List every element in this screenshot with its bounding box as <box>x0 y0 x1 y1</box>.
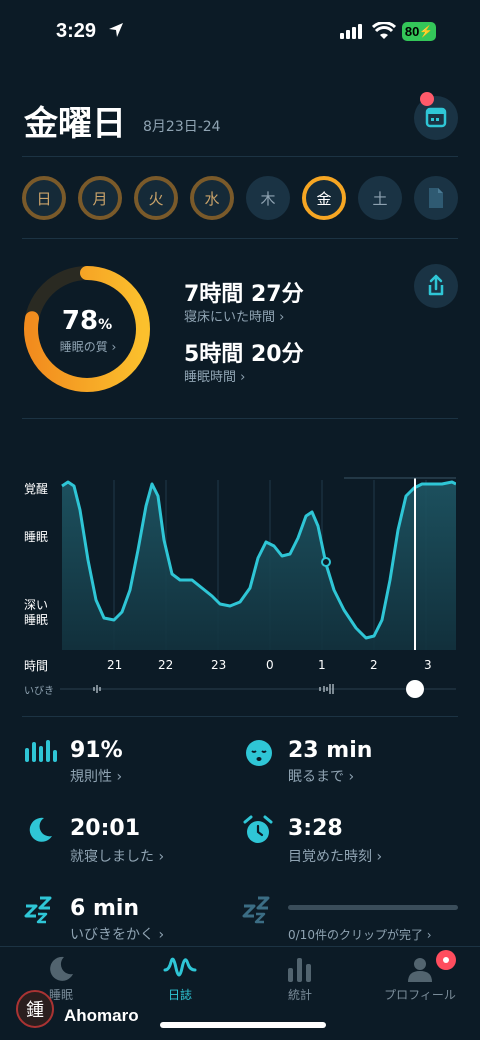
cellular-signal-icon <box>340 24 362 39</box>
y-label-deep-sleep: 深い 睡眠 <box>24 598 49 627</box>
wakeup-label[interactable]: 目覚めた時刻 › <box>288 846 382 866</box>
home-indicator <box>160 1022 326 1028</box>
x-tick-0: 0 <box>266 658 274 672</box>
to-sleep-value: 23 min <box>288 738 373 763</box>
x-tick-2: 2 <box>370 658 378 672</box>
playhead-knob <box>406 680 424 698</box>
tab-profile-label: プロフィール <box>384 988 456 1002</box>
status-time: 3:29 <box>56 20 97 42</box>
time-in-bed-value: 7時間 27分 <box>184 282 304 307</box>
sleep-quality-value: 78% <box>61 306 113 336</box>
x-tick-23: 23 <box>211 658 227 672</box>
divider <box>22 716 458 717</box>
share-icon <box>428 274 444 296</box>
to-sleep-label[interactable]: 眠るまで › <box>288 766 354 786</box>
battery-indicator: 80 ⚡ <box>402 22 436 41</box>
snore-zz-icon <box>24 896 52 924</box>
time-asleep-value: 5時間 20分 <box>184 342 304 367</box>
day-tuesday[interactable]: 火 <box>134 176 178 220</box>
regularity-label[interactable]: 規則性 › <box>70 766 122 786</box>
divider <box>22 156 458 157</box>
clips-progress-bar <box>288 905 458 910</box>
tab-journal-label: 日誌 <box>167 988 192 1002</box>
person-tab-icon <box>408 958 432 982</box>
watermark-name: Ahomaro <box>64 1006 139 1025</box>
snore-timeline[interactable] <box>60 678 456 702</box>
sleepy-face-icon <box>246 740 272 766</box>
notification-dot <box>420 92 434 106</box>
snoring-label[interactable]: いびきをかく › <box>70 924 164 944</box>
alarm-clock-icon <box>243 815 273 843</box>
divider <box>22 418 458 419</box>
x-tick-3: 3 <box>424 658 432 672</box>
bedtime-label[interactable]: 就寝しました › <box>70 846 164 866</box>
y-label-awake: 覚醒 <box>24 482 49 496</box>
day-thursday[interactable]: 木 <box>246 176 290 220</box>
x-tick-22: 22 <box>158 658 174 672</box>
x-tick-21: 21 <box>107 658 123 672</box>
divider <box>22 238 458 239</box>
share-button[interactable] <box>414 264 458 308</box>
document-icon <box>429 188 443 208</box>
snoring-value: 6 min <box>70 896 140 921</box>
bedtime-value: 20:01 <box>70 816 141 841</box>
profile-badge <box>436 950 456 970</box>
wifi-icon <box>372 22 396 39</box>
regularity-value: 91% <box>70 738 123 763</box>
sleep-area <box>62 482 456 650</box>
notes-button[interactable] <box>414 176 458 220</box>
x-tick-1: 1 <box>318 658 326 672</box>
moon-icon <box>29 817 52 842</box>
date-range: 8月23日-24 <box>143 119 221 135</box>
tab-journal[interactable]: 日誌 <box>135 956 225 1003</box>
watermark-logo: 鍾 <box>16 990 54 1028</box>
sleep-graph[interactable] <box>60 470 456 650</box>
waveform-tab-icon <box>163 957 197 977</box>
page-title: 金曜日 <box>24 104 126 144</box>
day-monday[interactable]: 月 <box>78 176 122 220</box>
wakeup-value: 3:28 <box>288 816 343 841</box>
regularity-icon <box>25 740 57 762</box>
time-asleep-label[interactable]: 睡眠時間 › <box>184 366 245 385</box>
day-sunday[interactable]: 日 <box>22 176 66 220</box>
clips-label[interactable]: 0/10件のクリップが完了 › <box>288 926 432 943</box>
time-in-bed-label[interactable]: 寝床にいた時間 › <box>184 306 284 325</box>
tab-stats-label: 統計 <box>287 988 312 1002</box>
x-row-label: 時間 <box>24 659 49 673</box>
snore-row-label: いびき <box>24 686 54 697</box>
y-label-sleep: 睡眠 <box>24 530 49 544</box>
bar-chart-tab-icon <box>288 958 311 982</box>
wakeup-marker-dot <box>321 557 331 567</box>
sleep-quality-label[interactable]: 睡眠の質 › <box>50 338 126 355</box>
moon-tab-icon <box>50 956 73 981</box>
location-arrow-icon <box>109 23 123 37</box>
clips-zz-icon <box>242 896 270 924</box>
tab-stats[interactable]: 統計 <box>255 956 345 1003</box>
day-friday[interactable]: 金 <box>302 176 346 220</box>
day-saturday[interactable]: 土 <box>358 176 402 220</box>
day-wednesday[interactable]: 水 <box>190 176 234 220</box>
